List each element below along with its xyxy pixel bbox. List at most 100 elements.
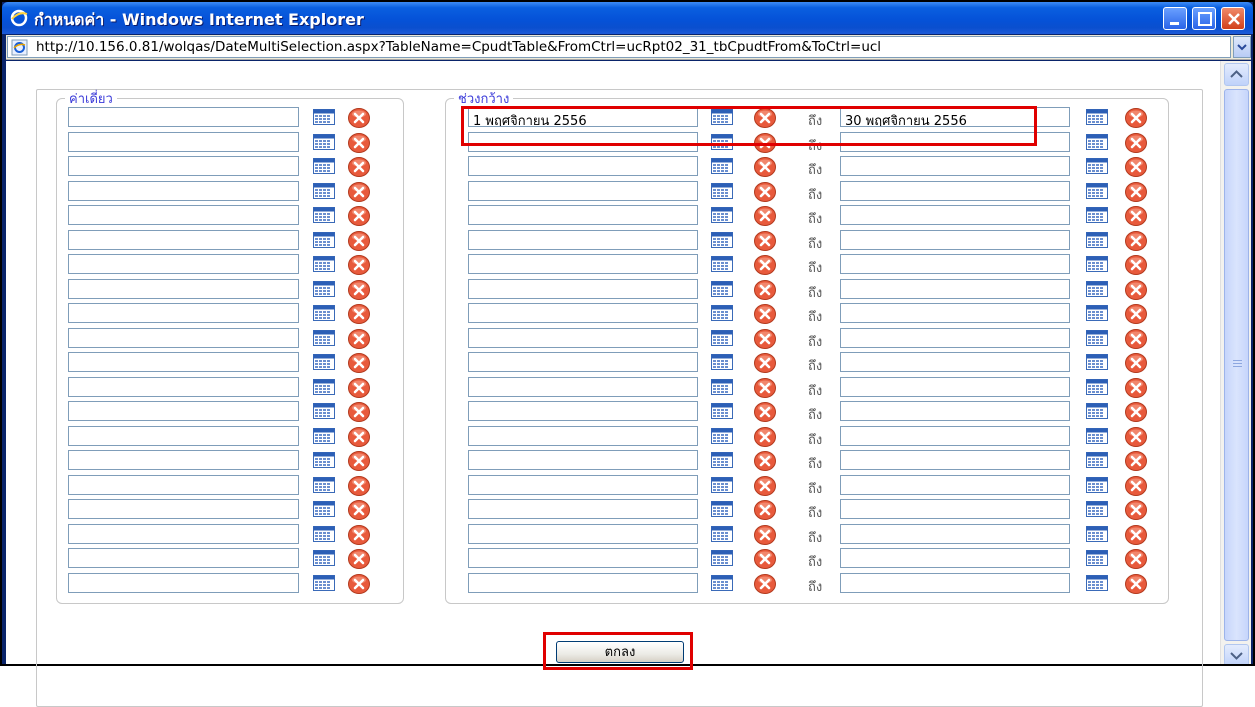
address-dropdown-button[interactable] [1233,36,1251,58]
calendar-icon[interactable] [1086,452,1108,468]
range-from-field[interactable] [468,524,698,544]
calendar-icon[interactable] [313,134,335,150]
single-value-field[interactable] [68,205,299,225]
clear-icon[interactable] [754,426,776,448]
calendar-icon[interactable] [1086,501,1108,517]
calendar-icon[interactable] [313,109,335,125]
range-from-field[interactable] [468,475,698,495]
clear-icon[interactable] [348,573,370,595]
clear-icon[interactable] [1125,107,1147,129]
clear-icon[interactable] [1125,573,1147,595]
single-value-field[interactable] [68,132,299,152]
range-to-field[interactable] [840,426,1070,446]
range-from-field[interactable] [468,303,698,323]
clear-icon[interactable] [754,499,776,521]
range-from-field[interactable] [468,181,698,201]
calendar-icon[interactable] [711,477,733,493]
maximize-button[interactable] [1192,7,1216,30]
calendar-icon[interactable] [1086,403,1108,419]
clear-icon[interactable] [754,377,776,399]
range-to-field[interactable] [840,450,1070,470]
range-to-field[interactable] [840,573,1070,593]
calendar-icon[interactable] [1086,428,1108,444]
single-value-field[interactable] [68,352,299,372]
clear-icon[interactable] [1125,328,1147,350]
minimize-button[interactable] [1163,7,1187,30]
calendar-icon[interactable] [1086,109,1108,125]
calendar-icon[interactable] [313,379,335,395]
single-value-field[interactable] [68,450,299,470]
range-from-field[interactable] [468,377,698,397]
calendar-icon[interactable] [1086,575,1108,591]
clear-icon[interactable] [348,401,370,423]
single-value-field[interactable] [68,377,299,397]
calendar-icon[interactable] [1086,477,1108,493]
scroll-up-button[interactable] [1224,63,1249,86]
clear-icon[interactable] [348,156,370,178]
range-from-field[interactable] [468,205,698,225]
calendar-icon[interactable] [1086,330,1108,346]
calendar-icon[interactable] [313,330,335,346]
clear-icon[interactable] [1125,279,1147,301]
clear-icon[interactable] [754,548,776,570]
calendar-icon[interactable] [1086,134,1108,150]
calendar-icon[interactable] [711,575,733,591]
calendar-icon[interactable] [313,526,335,542]
single-value-field[interactable] [68,107,299,127]
calendar-icon[interactable] [1086,281,1108,297]
clear-icon[interactable] [348,230,370,252]
clear-icon[interactable] [754,573,776,595]
single-value-field[interactable] [68,475,299,495]
range-to-field[interactable] [840,156,1070,176]
clear-icon[interactable] [1125,254,1147,276]
clear-icon[interactable] [1125,401,1147,423]
range-to-field[interactable] [840,548,1070,568]
calendar-icon[interactable] [313,207,335,223]
clear-icon[interactable] [754,230,776,252]
clear-icon[interactable] [348,450,370,472]
clear-icon[interactable] [348,205,370,227]
calendar-icon[interactable] [711,550,733,566]
range-from-field[interactable] [468,573,698,593]
single-value-field[interactable] [68,548,299,568]
clear-icon[interactable] [348,254,370,276]
clear-icon[interactable] [348,499,370,521]
scroll-down-button[interactable] [1224,644,1249,664]
clear-icon[interactable] [348,181,370,203]
clear-icon[interactable] [754,279,776,301]
address-field[interactable]: http://10.156.0.81/wolqas/DateMultiSelec… [7,36,1231,58]
range-to-field[interactable] [840,352,1070,372]
clear-icon[interactable] [348,475,370,497]
calendar-icon[interactable] [711,158,733,174]
calendar-icon[interactable] [1086,526,1108,542]
calendar-icon[interactable] [711,526,733,542]
single-value-field[interactable] [68,230,299,250]
clear-icon[interactable] [754,156,776,178]
single-value-field[interactable] [68,181,299,201]
clear-icon[interactable] [754,205,776,227]
range-to-field[interactable] [840,303,1070,323]
calendar-icon[interactable] [711,232,733,248]
calendar-icon[interactable] [1086,256,1108,272]
single-value-field[interactable] [68,573,299,593]
clear-icon[interactable] [754,181,776,203]
clear-icon[interactable] [754,401,776,423]
range-from-field[interactable] [468,499,698,519]
single-value-field[interactable] [68,524,299,544]
calendar-icon[interactable] [1086,379,1108,395]
single-value-field[interactable] [68,303,299,323]
range-to-field[interactable] [840,401,1070,421]
close-window-button[interactable] [1221,7,1245,30]
calendar-icon[interactable] [711,183,733,199]
clear-icon[interactable] [754,524,776,546]
single-value-field[interactable] [68,156,299,176]
clear-icon[interactable] [1125,132,1147,154]
clear-icon[interactable] [754,450,776,472]
calendar-icon[interactable] [711,428,733,444]
calendar-icon[interactable] [313,575,335,591]
range-from-field[interactable] [468,230,698,250]
calendar-icon[interactable] [313,158,335,174]
calendar-icon[interactable] [313,281,335,297]
calendar-icon[interactable] [711,452,733,468]
clear-icon[interactable] [1125,156,1147,178]
